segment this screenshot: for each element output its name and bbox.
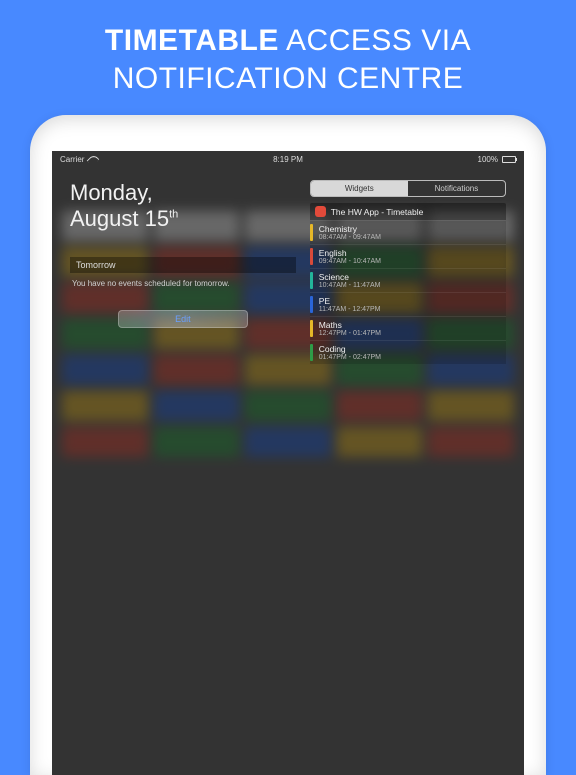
- widget-header[interactable]: The HW App - Timetable: [310, 203, 506, 220]
- class-name: Maths: [319, 320, 381, 330]
- ipad-screen: Carrier 8:19 PM 100% Monday, August 15th: [52, 151, 524, 775]
- promo-line-1: TIMETABLE ACCESS VIA: [20, 22, 556, 60]
- date-weekday: Monday,: [70, 180, 296, 206]
- promo-header: TIMETABLE ACCESS VIA NOTIFICATION CENTRE: [0, 0, 576, 115]
- class-row[interactable]: Science10:47AM - 11:47AM: [310, 268, 506, 292]
- promo-rest: ACCESS VIA: [279, 24, 471, 57]
- edit-button[interactable]: Edit: [118, 310, 248, 328]
- class-color-bar: [310, 248, 313, 265]
- hw-app-icon: [315, 206, 326, 217]
- status-left: Carrier: [60, 155, 98, 164]
- widgets-column: Widgets Notifications The HW App - Timet…: [310, 180, 506, 364]
- timetable-widget-list: Chemistry08:47AM - 09:47AM English09:47AM…: [310, 220, 506, 364]
- class-name: Chemistry: [319, 224, 381, 234]
- class-name: Science: [319, 272, 381, 282]
- class-color-bar: [310, 296, 313, 313]
- date-block: Monday, August 15th: [70, 180, 296, 233]
- widget-title: The HW App - Timetable: [331, 207, 424, 217]
- class-color-bar: [310, 320, 313, 337]
- tomorrow-empty-text: You have no events scheduled for tomorro…: [70, 273, 296, 302]
- class-time: 11:47AM - 12:47PM: [319, 306, 381, 313]
- segmented-control: Widgets Notifications: [310, 180, 506, 197]
- class-row[interactable]: Coding01:47PM - 02:47PM: [310, 340, 506, 364]
- class-info: PE11:47AM - 12:47PM: [319, 296, 381, 313]
- class-time: 09:47AM - 10:47AM: [319, 258, 381, 265]
- class-row[interactable]: Maths12:47PM - 01:47PM: [310, 316, 506, 340]
- wifi-icon: [88, 156, 98, 164]
- today-column: Monday, August 15th Tomorrow You have no…: [70, 180, 296, 364]
- class-row[interactable]: PE11:47AM - 12:47PM: [310, 292, 506, 316]
- battery-percent: 100%: [478, 155, 498, 164]
- class-time: 10:47AM - 11:47AM: [319, 282, 381, 289]
- date-monthday: August 15: [70, 206, 169, 231]
- promo-line-2: NOTIFICATION CENTRE: [20, 60, 556, 98]
- class-time: 12:47PM - 01:47PM: [319, 330, 381, 337]
- class-time: 01:47PM - 02:47PM: [319, 354, 381, 361]
- date-monthday-line: August 15th: [70, 206, 296, 232]
- status-right: 100%: [478, 155, 516, 164]
- class-info: English09:47AM - 10:47AM: [319, 248, 381, 265]
- tab-notifications[interactable]: Notifications: [408, 181, 505, 196]
- carrier-label: Carrier: [60, 155, 84, 164]
- ipad-frame: Carrier 8:19 PM 100% Monday, August 15th: [30, 115, 546, 775]
- class-name: PE: [319, 296, 381, 306]
- class-info: Maths12:47PM - 01:47PM: [319, 320, 381, 337]
- class-color-bar: [310, 224, 313, 241]
- class-info: Science10:47AM - 11:47AM: [319, 272, 381, 289]
- class-row[interactable]: English09:47AM - 10:47AM: [310, 244, 506, 268]
- date-ordinal: th: [169, 209, 178, 221]
- status-bar: Carrier 8:19 PM 100%: [52, 151, 524, 166]
- tomorrow-section: Tomorrow You have no events scheduled fo…: [70, 257, 296, 302]
- class-time: 08:47AM - 09:47AM: [319, 234, 381, 241]
- battery-icon: [502, 156, 516, 163]
- notification-centre-overlay: Carrier 8:19 PM 100% Monday, August 15th: [52, 151, 524, 775]
- class-name: Coding: [319, 344, 381, 354]
- class-row[interactable]: Chemistry08:47AM - 09:47AM: [310, 220, 506, 244]
- class-info: Chemistry08:47AM - 09:47AM: [319, 224, 381, 241]
- tab-widgets[interactable]: Widgets: [311, 181, 408, 196]
- nc-content: Monday, August 15th Tomorrow You have no…: [52, 166, 524, 370]
- status-time: 8:19 PM: [273, 155, 303, 164]
- class-name: English: [319, 248, 381, 258]
- promo-bold: TIMETABLE: [105, 24, 279, 57]
- class-color-bar: [310, 272, 313, 289]
- tomorrow-header: Tomorrow: [70, 257, 296, 273]
- class-color-bar: [310, 344, 313, 361]
- class-info: Coding01:47PM - 02:47PM: [319, 344, 381, 361]
